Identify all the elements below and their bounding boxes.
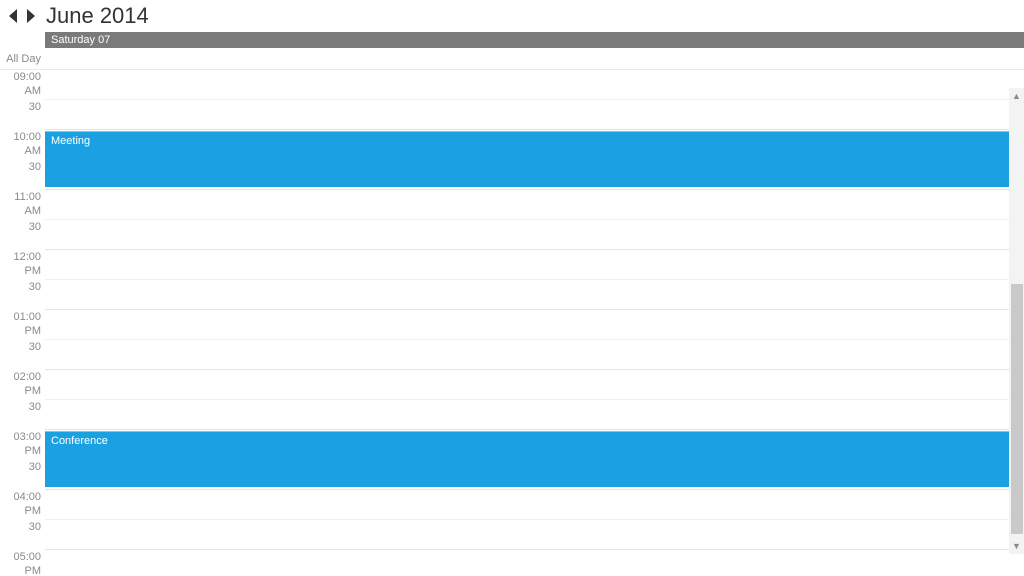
time-label: 05:00 PM: [0, 550, 45, 576]
time-label: 12:00 PM: [0, 250, 45, 280]
time-label: 01:00 PM: [0, 310, 45, 340]
prev-button[interactable]: [6, 6, 22, 26]
gutter-spacer: [0, 32, 45, 48]
time-slot[interactable]: [45, 520, 1009, 550]
time-slot[interactable]: [45, 190, 1009, 220]
calendar: Saturday 07 All Day 09:00 AM3010:00 AM30…: [0, 32, 1024, 554]
time-label: 02:00 PM: [0, 370, 45, 400]
time-label: 09:00 AM: [0, 70, 45, 100]
time-label: 30: [0, 340, 45, 370]
time-grid-wrap: 09:00 AM3010:00 AM3011:00 AM3012:00 PM30…: [0, 70, 1024, 554]
calendar-event[interactable]: Conference: [45, 431, 1009, 487]
time-slot[interactable]: [45, 220, 1009, 250]
time-label: 30: [0, 280, 45, 310]
scroll-up-button[interactable]: ▲: [1009, 88, 1024, 104]
time-slot[interactable]: [45, 250, 1009, 280]
scroll-thumb[interactable]: [1011, 284, 1023, 534]
time-label: 11:00 AM: [0, 190, 45, 220]
time-label: 30: [0, 220, 45, 250]
time-grid[interactable]: Meeting Conference: [45, 70, 1009, 576]
next-button[interactable]: [22, 6, 38, 26]
time-slot[interactable]: [45, 550, 1009, 576]
time-label: 10:00 AM: [0, 130, 45, 160]
scroll-track[interactable]: [1009, 104, 1024, 538]
time-label: 30: [0, 460, 45, 490]
calendar-header: June 2014: [0, 0, 1024, 32]
day-header[interactable]: Saturday 07: [45, 32, 1009, 48]
time-slot[interactable]: [45, 400, 1009, 430]
time-slot[interactable]: [45, 490, 1009, 520]
time-label: 03:00 PM: [0, 430, 45, 460]
time-label: 30: [0, 520, 45, 550]
time-slot[interactable]: [45, 310, 1009, 340]
time-gutter: 09:00 AM3010:00 AM3011:00 AM3012:00 PM30…: [0, 70, 45, 576]
chevron-left-icon: [9, 9, 19, 23]
all-day-row: All Day: [0, 48, 1024, 70]
time-slot[interactable]: [45, 370, 1009, 400]
calendar-event[interactable]: Meeting: [45, 131, 1009, 187]
month-title: June 2014: [46, 3, 149, 29]
time-slot[interactable]: [45, 280, 1009, 310]
time-label: 30: [0, 160, 45, 190]
time-slot[interactable]: [45, 70, 1009, 100]
day-header-scroll-gap: [1009, 32, 1024, 48]
chevron-right-icon: [25, 9, 35, 23]
scroll-down-button[interactable]: ▼: [1009, 538, 1024, 554]
time-label: 30: [0, 100, 45, 130]
time-slot[interactable]: [45, 340, 1009, 370]
day-header-row: Saturday 07: [0, 32, 1024, 48]
time-slot[interactable]: [45, 100, 1009, 130]
all-day-label: All Day: [0, 48, 45, 70]
time-label: 30: [0, 400, 45, 430]
vertical-scrollbar[interactable]: ▲ ▼: [1009, 88, 1024, 554]
time-label: 04:00 PM: [0, 490, 45, 520]
